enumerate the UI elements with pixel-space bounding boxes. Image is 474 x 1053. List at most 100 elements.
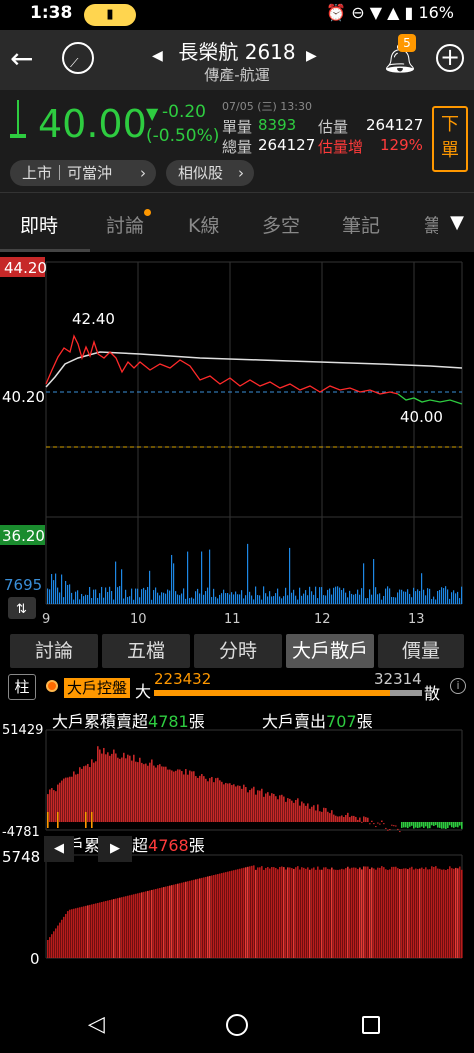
big-cum-bar: [253, 786, 255, 822]
volume-bar: [151, 599, 153, 604]
big-cum-bar: [173, 771, 175, 822]
retail-cum-bar: [369, 869, 371, 958]
tab-kline[interactable]: K線: [188, 211, 219, 238]
big-cum-bar: [331, 810, 333, 822]
big-cum-bar: [197, 777, 199, 822]
volume-bar: [221, 593, 223, 604]
next-chart-icon[interactable]: ▶: [98, 836, 132, 862]
retail-cum-bar: [203, 877, 205, 958]
tab-longshort[interactable]: 多空: [262, 211, 300, 238]
big-cum-bar: [221, 781, 223, 822]
subtab-discussion[interactable]: 討論: [10, 634, 98, 668]
big-cum-bar: [53, 790, 55, 822]
volume-bar: [311, 591, 313, 604]
retail-cum-bar: [77, 907, 79, 958]
price-change: -0.20: [162, 102, 206, 122]
retail-cum-bar: [61, 919, 63, 958]
volume-bar: [301, 595, 303, 604]
volume-bar: [399, 589, 401, 604]
big-cum-bar: [371, 820, 373, 822]
big-cum-bar-neg: [447, 822, 449, 829]
volume-bar: [69, 584, 71, 604]
est-inc-label: 估量增: [318, 138, 364, 156]
volume-bar: [331, 594, 333, 604]
big-cum-bar: [345, 815, 347, 822]
retail-cum-bar: [105, 901, 107, 958]
big-cum-bar: [387, 829, 389, 831]
nav-back-icon[interactable]: ◁: [88, 1012, 105, 1037]
volume-bar: [261, 599, 263, 604]
retail-cum-bar: [259, 867, 261, 958]
big-cum-bar: [249, 790, 251, 822]
tab-chips[interactable]: 籌: [424, 211, 438, 238]
down-triangle-icon: ▼: [146, 104, 159, 123]
volume-bar: [63, 597, 65, 604]
retail-cum-bar: [407, 869, 409, 958]
volume-bar: [121, 569, 123, 604]
add-icon[interactable]: +: [436, 44, 464, 72]
retail-cum-bar: [237, 869, 239, 958]
x-label-13: 13: [408, 612, 425, 627]
subtab-price-volume[interactable]: 價量: [378, 634, 464, 668]
subtab-time-share[interactable]: 分時: [194, 634, 282, 668]
retail-cum-bar: [229, 871, 231, 958]
retail-cum-bar: [71, 909, 73, 958]
big-cum-bar: [73, 771, 75, 822]
tabs-dropdown-icon[interactable]: ▼: [440, 205, 474, 241]
retail-cum-bar: [375, 869, 377, 958]
big-cum-bar: [115, 753, 117, 822]
x-label-10: 10: [130, 612, 147, 627]
retail-unit: 張: [188, 836, 205, 855]
retail-cum-bar: [295, 867, 297, 958]
nav-recents-icon[interactable]: [362, 1016, 380, 1034]
retail-cum-bar: [187, 881, 189, 958]
retail-cum-bar: [101, 901, 103, 958]
retail-cum-bar: [317, 866, 319, 958]
prev-chart-icon[interactable]: ◀: [44, 836, 74, 862]
market-pill[interactable]: 上市｜可當沖 ›: [10, 160, 156, 186]
retail-cum-bar: [137, 893, 139, 958]
big-cum-bar: [359, 817, 361, 822]
big-cum-bar: [75, 774, 77, 822]
big-cum-bar: [297, 798, 299, 822]
volume-bar: [227, 593, 229, 604]
big-cum-bar: [347, 812, 349, 822]
volume-bar: [293, 589, 295, 604]
retail-cum-bar: [459, 866, 461, 958]
retail-cum-bar: [149, 890, 151, 958]
retail-cum-bar: [179, 883, 181, 958]
big-cum-bar: [287, 798, 289, 822]
big-cum-bar: [355, 816, 357, 822]
big-cum-bar: [71, 776, 73, 822]
volume-bar: [173, 563, 175, 604]
tab-realtime[interactable]: 即時: [20, 211, 58, 238]
order-button[interactable]: 下單: [432, 106, 468, 172]
big-cum-bar: [135, 761, 137, 822]
last-price-label: 40.00: [400, 408, 443, 426]
volume-bar: [137, 588, 139, 604]
subtab-big-small[interactable]: 大戶散戶: [286, 634, 374, 668]
big-cum-bar: [269, 795, 271, 822]
big-cum-bar: [217, 777, 219, 822]
volume-bar: [433, 596, 435, 604]
similar-stock-pill[interactable]: 相似股 ›: [166, 160, 254, 186]
retail-cum-bar: [415, 868, 417, 958]
tab-notes[interactable]: 筆記: [342, 211, 380, 238]
big-cum-bar-neg: [451, 822, 453, 828]
tab-discussion[interactable]: 討論: [106, 211, 144, 238]
volume-bar: [181, 593, 183, 604]
retail-cum-bar: [411, 866, 413, 958]
next-stock-icon[interactable]: ▶: [306, 48, 317, 64]
retail-cum-bar: [403, 868, 405, 958]
big-cum-bar: [209, 778, 211, 822]
subtab-five-level[interactable]: 五檔: [102, 634, 190, 668]
volume-bar: [349, 590, 351, 604]
nav-home-icon[interactable]: [226, 1014, 248, 1036]
total-vol: 264127: [258, 136, 316, 154]
volume-bar: [371, 594, 373, 604]
big-cum-bar: [233, 784, 235, 822]
volume-bar: [149, 570, 151, 604]
big-cum-bar: [303, 803, 305, 822]
retail-cum-bar: [147, 890, 149, 958]
intraday-chart[interactable]: 44.20 40.20 42.40 40.00 36.20 7695 ⇅ 9 1…: [0, 252, 474, 630]
